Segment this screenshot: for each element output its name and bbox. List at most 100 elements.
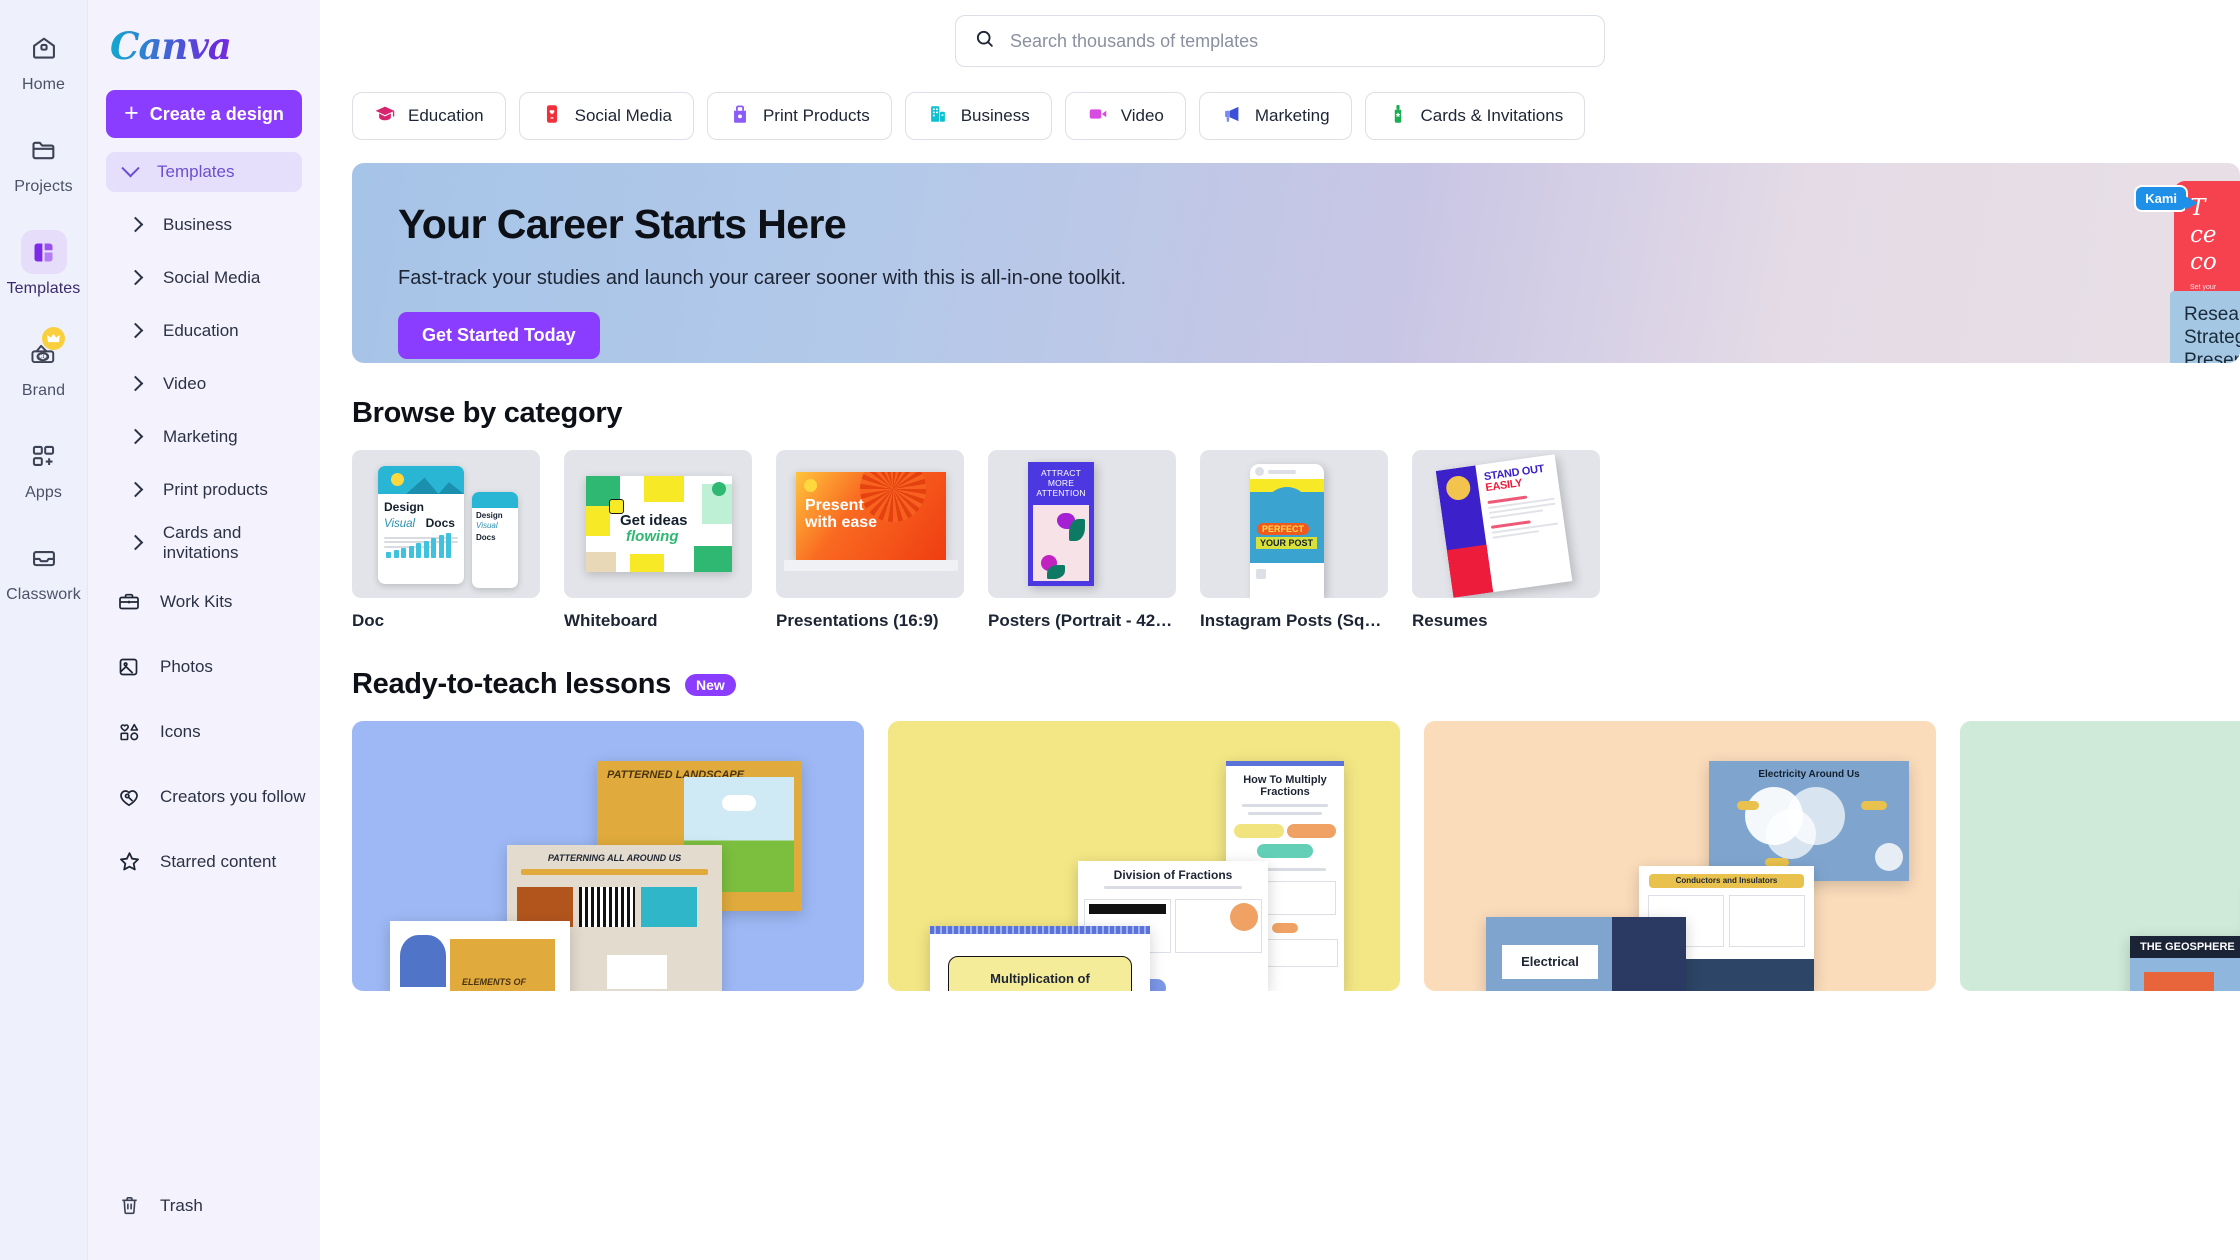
- brand-icon: CO: [21, 327, 67, 376]
- category-label: Instagram Posts (Square): [1200, 611, 1388, 630]
- browse-by-category-title: Browse by category: [352, 397, 623, 429]
- sidebar-item-education[interactable]: Education: [88, 304, 320, 357]
- lesson-card-fractions[interactable]: How To Multiply Fractions Division of Fr…: [888, 721, 1400, 991]
- home-icon: [21, 26, 67, 70]
- classwork-icon: [21, 536, 67, 580]
- sidebar-nav-label: Work Kits: [160, 591, 233, 611]
- lesson-slide-title: Division of Fractions: [1113, 868, 1233, 882]
- chip-education[interactable]: Education: [352, 92, 506, 140]
- whiteboard-line-1: Get ideas: [620, 512, 688, 529]
- sidebar-nav-label: Icons: [160, 721, 201, 741]
- sidebar-sub-label: Video: [163, 373, 207, 393]
- search-icon: [974, 28, 996, 55]
- sidebar-item-work-kits[interactable]: Work Kits: [88, 569, 320, 634]
- doc-thumbnail: Design Visual Docs Design Visual Docs: [352, 450, 540, 598]
- sidebar-item-marketing[interactable]: Marketing: [88, 410, 320, 463]
- sidebar-sub-label: Cards and invitations: [162, 522, 242, 562]
- hero-subtitle: Fast-track your studies and launch your …: [398, 267, 1127, 290]
- templates-accordion-label: Templates: [157, 162, 235, 181]
- star-sticker: [712, 482, 726, 496]
- sidebar-item-trash[interactable]: Trash: [88, 1173, 320, 1238]
- doc-mobile-line-1: Design: [476, 511, 503, 520]
- lesson-card-electricity[interactable]: Electricity Around Us Conductors and Ins…: [1424, 721, 1936, 991]
- category-card-posters[interactable]: ATTRACT MORE ATTENTION Posters (Portrait…: [988, 450, 1176, 631]
- phone-heart-icon: [541, 103, 563, 130]
- chip-business[interactable]: Business: [904, 92, 1052, 140]
- rail-item-projects[interactable]: Projects: [6, 128, 82, 196]
- rail-label-home: Home: [21, 76, 66, 93]
- chevron-right-icon: [127, 534, 144, 551]
- ready-to-teach-header: Ready-to-teach lessons New: [352, 668, 2240, 701]
- category-label: Resumes: [1412, 611, 1488, 630]
- hero-banner[interactable]: Your Career Starts Here Fast-track your …: [352, 163, 2240, 363]
- doc-phone-mock: Design Visual Docs: [472, 492, 518, 588]
- instagram-phone-mock: PERFECT YOUR POST: [1250, 464, 1324, 598]
- whiteboard-line-2: flowing: [626, 528, 679, 545]
- lesson-slide-title: Conductors and Insulators: [1675, 875, 1778, 885]
- lesson-slide: Multiplication of: [930, 926, 1150, 991]
- chip-label: Print Products: [762, 106, 870, 125]
- doc-mobile-line-2: Visual: [476, 520, 498, 530]
- sidebar-item-creators-you-follow[interactable]: Creators you follow: [88, 764, 320, 829]
- category-card-instagram-posts[interactable]: PERFECT YOUR POST Instagram Posts (Squar…: [1200, 450, 1388, 631]
- category-card-presentations[interactable]: Present with ease Presentations (16:9): [776, 450, 964, 631]
- rail-item-apps[interactable]: Apps: [6, 434, 82, 502]
- chevron-right-icon: [127, 375, 144, 392]
- chip-social-media[interactable]: Social Media: [518, 92, 694, 140]
- rail-label-classwork: Classwork: [6, 586, 81, 603]
- presentation-thumbnail: Present with ease: [776, 450, 964, 598]
- search-bar[interactable]: [955, 15, 1605, 67]
- chip-marketing[interactable]: Marketing: [1198, 92, 1352, 140]
- rail-item-brand[interactable]: CO Brand: [6, 327, 82, 400]
- canva-logo[interactable]: Canva: [88, 0, 320, 78]
- resume-mock: STAND OUT EASILY: [1435, 454, 1573, 598]
- chip-print-products[interactable]: Print Products: [706, 92, 892, 140]
- apps-icon: [21, 434, 67, 478]
- poster-mock: ATTRACT MORE ATTENTION: [1028, 462, 1094, 586]
- sidebar-item-print-products[interactable]: Print products: [88, 463, 320, 516]
- get-started-today-button[interactable]: Get Started Today: [398, 312, 600, 360]
- category-chip-row: Education Social Media Print Products Bu…: [320, 82, 2240, 140]
- sidebar-item-starred-content[interactable]: Starred content: [88, 829, 320, 894]
- search-input[interactable]: [1010, 30, 1586, 52]
- sidebar-item-icons[interactable]: Icons: [88, 699, 320, 764]
- card-bottle-icon: [1387, 103, 1409, 130]
- trash-label: Trash: [160, 1195, 203, 1215]
- sidebar-item-business[interactable]: Business: [88, 198, 320, 251]
- pres-line-2: with ease: [805, 513, 878, 531]
- sidebar-item-video[interactable]: Video: [88, 357, 320, 410]
- trash-row: Trash: [88, 1173, 320, 1238]
- poster-line-3: ATTENTION: [1036, 488, 1086, 499]
- lesson-slide-title: THE GEOSPHERE: [2140, 940, 2235, 953]
- whiteboard-mock: Get ideas flowing: [586, 476, 732, 572]
- sidebar-sub-label: Social Media: [163, 267, 261, 287]
- chevron-right-icon: [127, 322, 144, 339]
- category-card-resumes[interactable]: STAND OUT EASILY Resumes: [1412, 450, 1600, 631]
- templates-accordion-header[interactable]: Templates: [106, 152, 302, 192]
- doc-tablet-mock: Design Visual Docs: [378, 466, 464, 584]
- chip-label: Marketing: [1254, 106, 1330, 125]
- lesson-card-geosphere[interactable]: The H THE GEOSPHERE: [1960, 721, 2240, 991]
- hero-title: Your Career Starts Here: [398, 201, 847, 247]
- create-a-design-button[interactable]: + Create a design: [106, 90, 302, 138]
- lesson-slide: Electricity Around Us: [1709, 761, 1909, 881]
- chevron-down-icon: [121, 158, 140, 177]
- sidebar-item-cards-and-invitations[interactable]: Cards and invitations: [88, 516, 320, 569]
- category-label: Doc: [352, 611, 385, 630]
- rail-item-classwork[interactable]: Classwork: [6, 536, 82, 604]
- sidebar-nav-label: Starred content: [160, 851, 277, 871]
- ig-line-2: YOUR POST: [1256, 537, 1318, 549]
- chip-cards-and-invitations[interactable]: Cards & Invitations: [1364, 92, 1586, 140]
- sidebar-item-social-media[interactable]: Social Media: [88, 251, 320, 304]
- lesson-card-patterned-landscape[interactable]: PATTERNED LANDSCAPE PATTERNING ALL AROUN…: [352, 721, 864, 991]
- rail-item-templates[interactable]: Templates: [6, 230, 82, 298]
- sidebar-item-photos[interactable]: Photos: [88, 634, 320, 699]
- sidebar-sub-label: Print products: [163, 479, 268, 499]
- chip-video[interactable]: Video: [1064, 92, 1186, 140]
- category-card-whiteboard[interactable]: Get ideas flowing Whiteboard: [564, 450, 752, 631]
- doc-art-line-2: Visual: [384, 517, 416, 530]
- ready-to-teach-title: Ready-to-teach lessons: [352, 668, 671, 700]
- category-label: Whiteboard: [564, 611, 658, 630]
- rail-item-home[interactable]: Home: [6, 26, 82, 94]
- category-card-doc[interactable]: Design Visual Docs Design Visual Docs Do…: [352, 450, 540, 631]
